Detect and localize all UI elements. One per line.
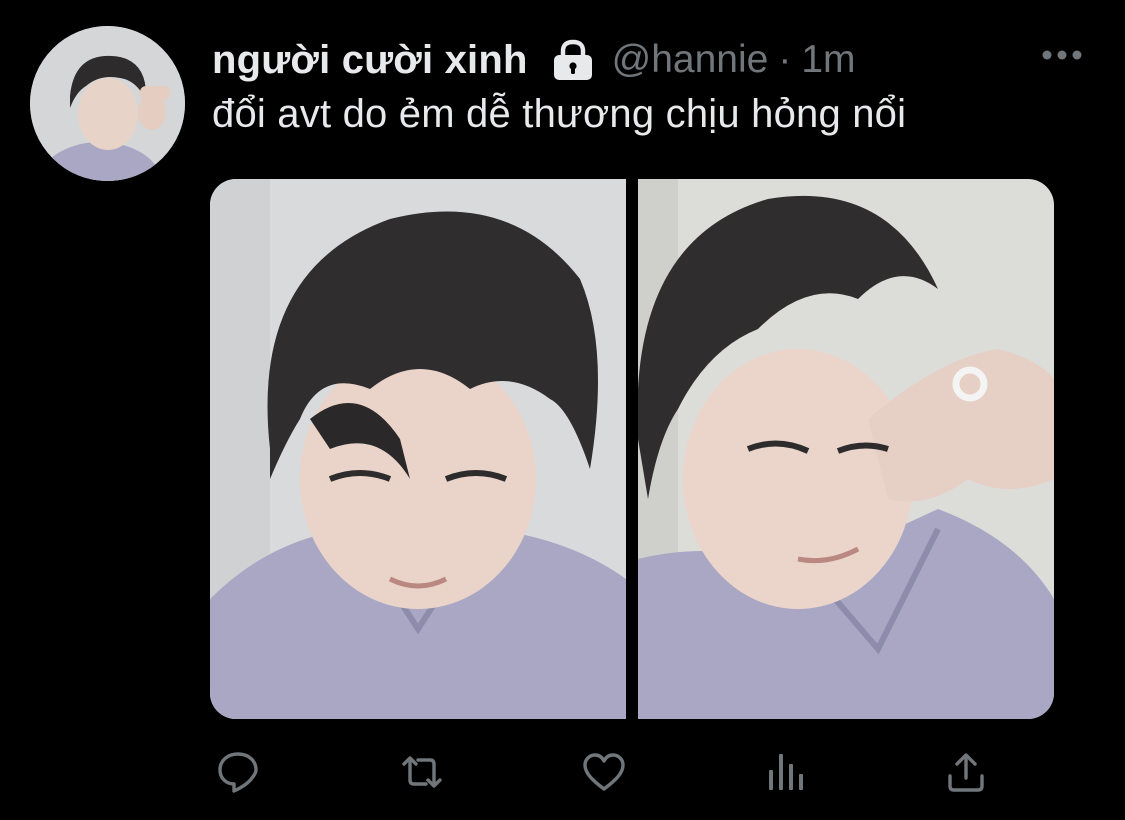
media-photo-1[interactable] xyxy=(210,179,626,719)
avatar-photo xyxy=(30,26,185,181)
analytics-icon xyxy=(769,754,803,790)
timestamp[interactable]: 1m xyxy=(801,38,855,82)
action-bar xyxy=(210,744,1010,800)
separator-dot: · xyxy=(778,38,792,81)
reply-icon xyxy=(218,752,258,793)
reply-button[interactable] xyxy=(210,744,266,800)
analytics-button[interactable] xyxy=(758,744,814,800)
avatar[interactable] xyxy=(30,26,185,181)
more-icon[interactable] xyxy=(1040,47,1084,63)
tweet-text: đổi avt do ẻm dễ thương chịu hỏng nổi xyxy=(212,92,907,136)
retweet-icon xyxy=(402,756,442,788)
tweet-header: người cười xinh @hannie · 1m xyxy=(212,38,856,82)
tweet: người cười xinh @hannie · 1m đổi avt do … xyxy=(0,0,1125,820)
handle[interactable]: @hannie xyxy=(612,38,769,82)
share-button[interactable] xyxy=(938,744,994,800)
like-icon xyxy=(583,753,625,791)
display-name[interactable]: người cười xinh xyxy=(212,38,528,83)
lock-icon xyxy=(550,38,596,82)
like-button[interactable] xyxy=(576,744,632,800)
share-icon xyxy=(948,753,984,792)
retweet-button[interactable] xyxy=(394,744,450,800)
media-grid xyxy=(210,179,1054,719)
media-photo-2[interactable] xyxy=(638,179,1054,719)
